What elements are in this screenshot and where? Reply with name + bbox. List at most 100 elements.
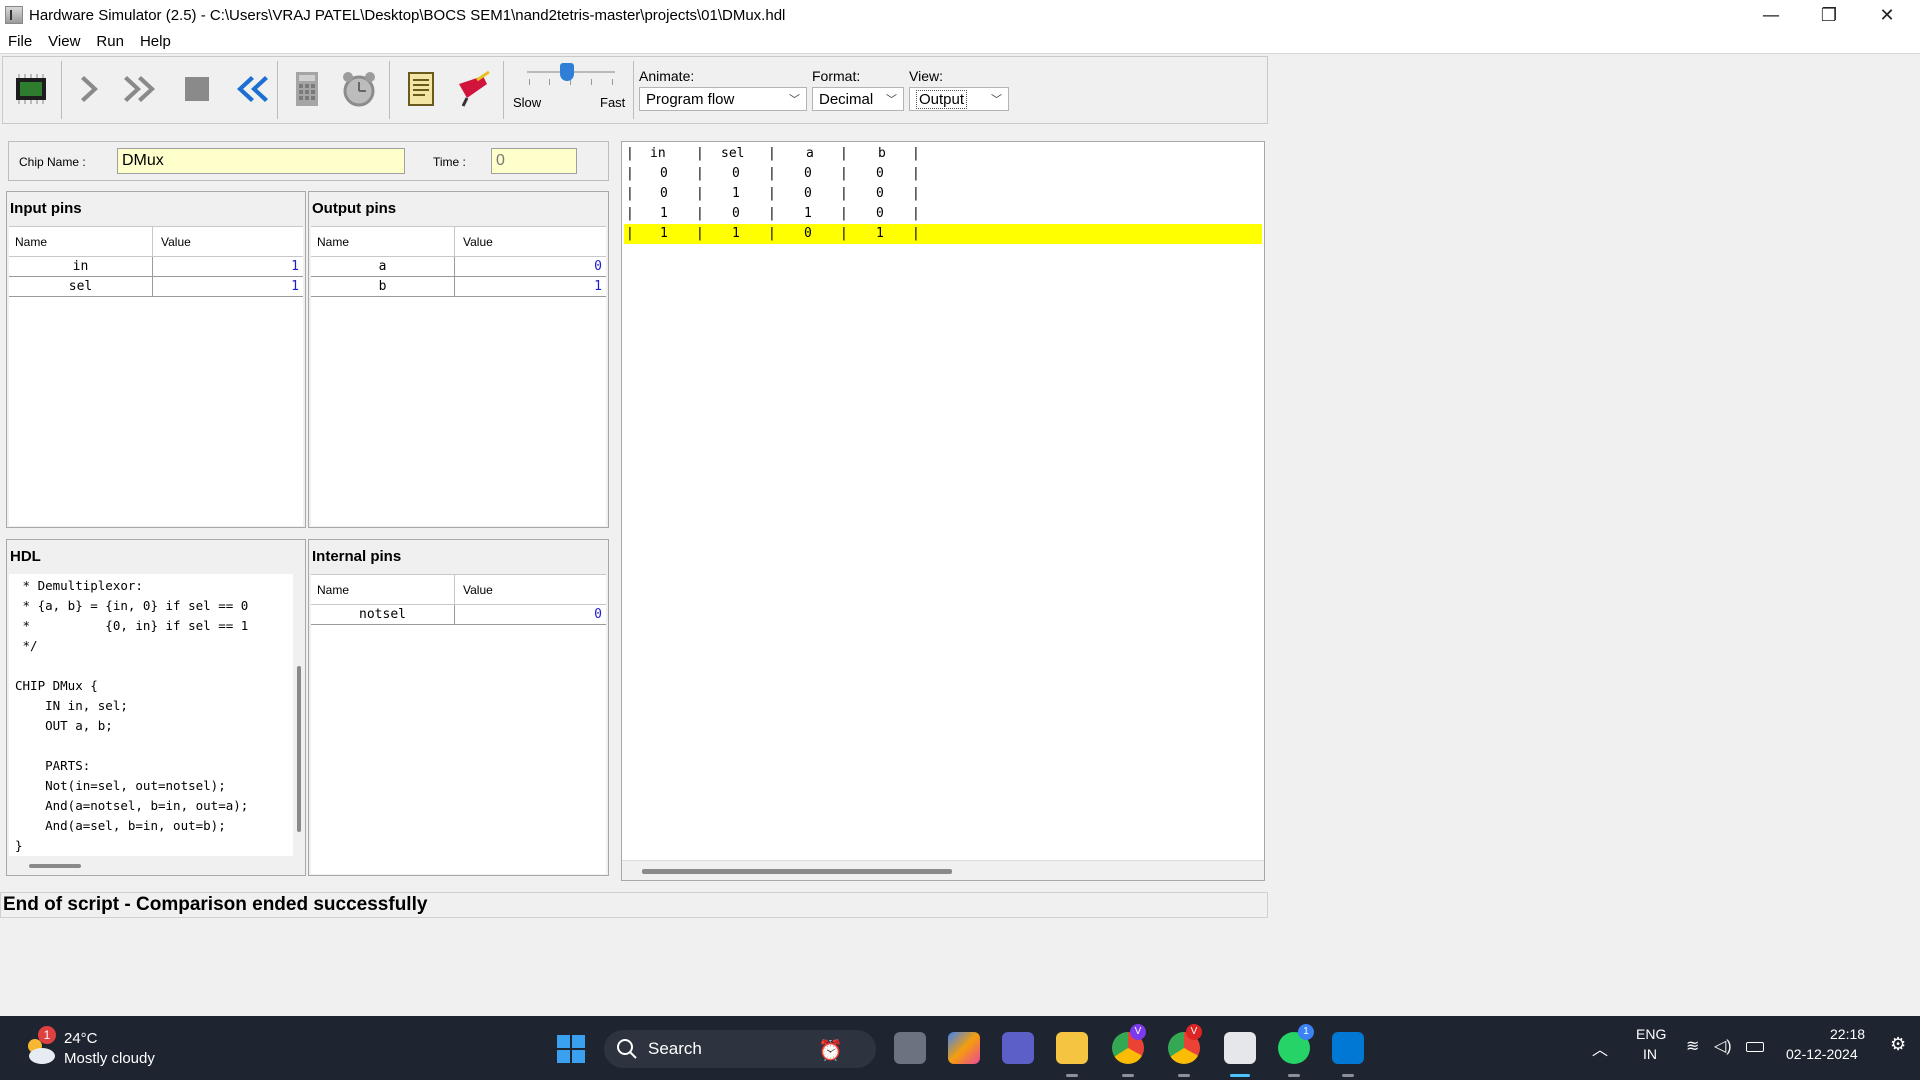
output-pins-table: Name Value a 0 b 1	[311, 226, 606, 526]
fast-forward-icon[interactable]	[121, 67, 165, 111]
pin-name: notsel	[359, 607, 406, 622]
notifications-icon[interactable]: ⚙	[1890, 1034, 1906, 1055]
scrollbar-thumb[interactable]	[29, 864, 81, 868]
menu-view[interactable]: View	[40, 33, 88, 50]
column-header-value: Value	[161, 235, 191, 249]
input-pins-table: Name Value in 1 sel 1	[9, 226, 303, 526]
hdl-horizontal-scrollbar[interactable]	[9, 858, 293, 872]
format-select[interactable]: Decimal ﹀	[812, 87, 904, 111]
search-icon	[617, 1039, 637, 1059]
running-indicator	[1066, 1074, 1078, 1077]
output-header: in	[650, 146, 666, 161]
table-row[interactable]: b 1	[311, 277, 606, 297]
chevron-up-icon[interactable]: ︿	[1592, 1036, 1608, 1060]
running-indicator	[1178, 1074, 1190, 1077]
scrollbar-thumb[interactable]	[297, 666, 301, 832]
menu-run[interactable]: Run	[88, 33, 132, 50]
taskbar: 1 24°C Mostly cloudy Search ⏰ V V 1 ︿ EN…	[0, 1016, 1920, 1080]
active-indicator	[1230, 1074, 1250, 1077]
single-step-icon[interactable]	[69, 67, 113, 111]
table-row[interactable]: a 0	[311, 257, 606, 277]
chevron-down-icon: ﹀	[789, 94, 800, 106]
output-header: a	[806, 146, 814, 161]
animate-select[interactable]: Program flow ﹀	[639, 87, 807, 111]
table-row[interactable]: in 1	[9, 257, 303, 277]
maximize-button[interactable]: ❐	[1800, 0, 1858, 30]
battery-icon[interactable]	[1746, 1042, 1764, 1052]
teams-icon[interactable]	[1002, 1032, 1034, 1064]
table-row[interactable]: notsel 0	[311, 605, 606, 625]
column-header-value: Value	[463, 583, 493, 597]
running-indicator	[1342, 1074, 1354, 1077]
hdl-line: CHIP DMux {	[15, 678, 98, 693]
hdl-line: Not(in=sel, out=notsel);	[15, 778, 226, 793]
internal-pins-table: Name Value notsel 0	[311, 574, 606, 874]
copilot-icon[interactable]	[948, 1032, 980, 1064]
start-button[interactable]	[556, 1034, 586, 1064]
hdl-panel: HDL * Demultiplexor: * {a, b} = {in, 0} …	[6, 539, 306, 876]
clock-time[interactable]: 22:18	[1830, 1026, 1865, 1042]
menu-file[interactable]: File	[0, 33, 40, 50]
toolbar: Slow Fast Animate: Program flow ﹀ Format…	[2, 56, 1268, 124]
pin-value: 0	[594, 259, 602, 274]
output-row: | 0 | 0 | 0 | 0 |	[626, 166, 920, 181]
java-icon[interactable]	[1224, 1032, 1256, 1064]
file-explorer-icon[interactable]	[1056, 1032, 1088, 1064]
pin-value: 0	[594, 607, 602, 622]
pin-name: a	[378, 259, 387, 274]
view-label: View:	[909, 68, 943, 84]
chip-name-field[interactable]: DMux	[117, 148, 405, 174]
stop-icon[interactable]	[175, 67, 219, 111]
volume-icon[interactable]: ◁)	[1714, 1036, 1732, 1056]
pin-value[interactable]: 1	[159, 259, 299, 274]
whatsapp-icon[interactable]: 1	[1278, 1024, 1314, 1064]
clock-icon[interactable]	[337, 67, 381, 111]
speed-slider-thumb[interactable]	[559, 63, 574, 81]
windows-logo-icon	[557, 1035, 585, 1063]
hdl-source-view[interactable]: * Demultiplexor: * {a, b} = {in, 0} if s…	[9, 574, 293, 856]
hdl-line: * Demultiplexor:	[15, 578, 143, 593]
task-view-icon[interactable]	[894, 1032, 926, 1064]
pin-value[interactable]: 1	[159, 279, 299, 294]
time-field: 0	[491, 148, 577, 174]
taskbar-search[interactable]: Search ⏰	[604, 1030, 876, 1068]
clock-date[interactable]: 02-12-2024	[1786, 1046, 1858, 1062]
menu-help[interactable]: Help	[132, 33, 179, 50]
weather-desc: Mostly cloudy	[64, 1050, 155, 1067]
view-select[interactable]: Output ﹀	[909, 87, 1009, 111]
format-label: Format:	[812, 68, 861, 84]
hdl-vertical-scrollbar[interactable]	[294, 574, 304, 856]
rewind-icon[interactable]	[227, 67, 271, 111]
chrome-icon[interactable]: V	[1112, 1024, 1146, 1064]
input-pins-title: Input pins	[10, 200, 82, 217]
chip-name-bar: Chip Name : DMux Time : 0	[8, 141, 609, 181]
animate-label: Animate:	[639, 68, 695, 84]
scrollbar-thumb[interactable]	[642, 869, 952, 874]
chrome-profile-badge: V	[1186, 1024, 1202, 1040]
time-label: Time :	[433, 155, 466, 169]
chip-load-icon[interactable]	[9, 67, 53, 111]
output-header-row: | in | sel | a | b |	[626, 146, 920, 161]
script-icon[interactable]	[399, 67, 443, 111]
weather-widget[interactable]: 1 24°C Mostly cloudy	[18, 1026, 168, 1070]
chrome-icon[interactable]: V	[1168, 1024, 1202, 1064]
region-code[interactable]: IN	[1643, 1046, 1657, 1062]
close-button[interactable]: ✕	[1858, 0, 1916, 30]
breakpoint-icon[interactable]	[451, 67, 495, 111]
hdl-line: PARTS:	[15, 758, 91, 773]
chip-name-label: Chip Name :	[19, 155, 86, 169]
eval-icon[interactable]	[285, 67, 329, 111]
wifi-icon[interactable]: ≋	[1686, 1036, 1699, 1056]
hdl-line: And(a=sel, b=in, out=b);	[15, 818, 226, 833]
language-code[interactable]: ENG	[1636, 1026, 1666, 1042]
column-header-name: Name	[15, 235, 48, 249]
title-bar: Hardware Simulator (2.5) - C:\Users\VRAJ…	[0, 0, 1920, 30]
vscode-icon[interactable]	[1332, 1032, 1364, 1064]
weather-temp: 24°C	[64, 1030, 98, 1047]
minimize-button[interactable]: —	[1742, 0, 1800, 30]
whatsapp-badge: 1	[1298, 1024, 1314, 1040]
table-row[interactable]: sel 1	[9, 277, 303, 297]
output-pins-panel: Output pins Name Value a 0 b 1	[308, 191, 609, 528]
output-horizontal-scrollbar[interactable]	[622, 860, 1264, 880]
window-title: Hardware Simulator (2.5) - C:\Users\VRAJ…	[29, 6, 786, 24]
